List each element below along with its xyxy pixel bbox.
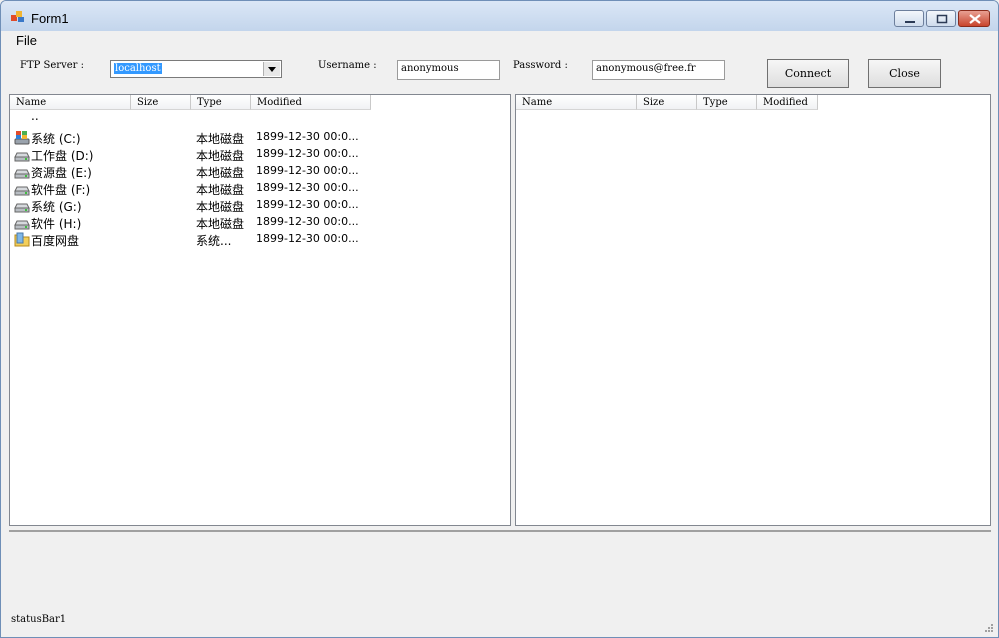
menu-file[interactable]: File [16,33,37,48]
status-text: statusBar1 [11,614,67,625]
log-panel [9,530,991,604]
remote-list-header: Name Size Type Modified [516,95,990,111]
title-bar[interactable]: Form1 [1,1,998,31]
list-item[interactable]: 软件盘 (F:) 本地磁盘 1899-12-30 00:0... [10,180,410,197]
list-item-modified: 1899-12-30 00:0... [256,198,359,211]
list-item[interactable]: 工作盘 (D:) 本地磁盘 1899-12-30 00:0... [10,146,410,163]
resize-grip-icon[interactable] [982,621,994,633]
list-item-modified: 1899-12-30 00:0... [256,130,359,143]
close-button[interactable]: Close [868,59,941,88]
list-item-type: 系统... [196,234,232,248]
drive-icon [14,164,30,179]
app-icon [11,11,24,22]
drive-icon [14,181,30,196]
list-item-modified: 1899-12-30 00:0... [256,181,359,194]
list-item-name: .. [31,109,39,123]
list-item-type: 本地磁盘 [196,149,245,163]
password-input[interactable]: anonymous@free.fr [592,60,725,80]
list-item-type: 本地磁盘 [196,200,245,214]
folder-icon [14,232,30,247]
list-item-modified: 1899-12-30 00:0... [256,147,359,160]
drive-icon [14,147,30,162]
username-label: Username : [318,60,377,71]
list-item-name: 系统 (C:) [31,132,81,146]
column-size[interactable]: Size [131,95,191,110]
local-file-list[interactable]: Name Size Type Modified .. 系统 (C:) 本地磁盘 189… [9,94,511,526]
menu-bar: File [1,31,998,50]
ftp-server-combo[interactable]: localhost [110,60,282,78]
ftp-server-label: FTP Server : [20,60,84,71]
minimize-icon [905,21,915,23]
list-item[interactable]: 系统 (G:) 本地磁盘 1899-12-30 00:0... [10,197,410,214]
app-window: Form1 File FTP Server : localhost Userna… [0,0,999,638]
drive-icon [14,215,30,230]
list-item-name: 软件 (H:) [31,217,82,231]
column-name[interactable]: Name [516,95,637,110]
list-item-name: 资源盘 (E:) [31,166,92,180]
list-item[interactable]: 软件 (H:) 本地磁盘 1899-12-30 00:0... [10,214,410,231]
minimize-button[interactable] [894,10,924,27]
remote-file-list[interactable]: Name Size Type Modified [515,94,991,526]
list-item[interactable]: 百度网盘 系统... 1899-12-30 00:0... [10,231,410,248]
local-list-header: Name Size Type Modified [10,95,510,111]
maximize-button[interactable] [926,10,956,27]
restore-icon [936,14,948,24]
list-item-modified: 1899-12-30 00:0... [256,164,359,177]
list-item-name: 软件盘 (F:) [31,183,91,197]
column-type[interactable]: Type [191,95,251,110]
list-item[interactable]: 资源盘 (E:) 本地磁盘 1899-12-30 00:0... [10,163,410,180]
column-name[interactable]: Name [10,95,131,110]
connect-button[interactable]: Connect [767,59,849,88]
drive-icon [14,198,30,213]
username-input[interactable]: anonymous [397,60,500,80]
list-item-type: 本地磁盘 [196,183,245,197]
column-modified[interactable]: Modified [757,95,818,110]
column-modified[interactable]: Modified [251,95,371,110]
list-item-type: 本地磁盘 [196,217,245,231]
list-item[interactable]: 系统 (C:) 本地磁盘 1899-12-30 00:0... [10,129,410,146]
status-bar: statusBar1 [1,606,998,637]
ftp-server-value: localhost [114,63,162,74]
list-item-name: 工作盘 (D:) [31,149,94,163]
system-drive-icon [14,130,30,145]
close-icon [969,14,981,24]
dropdown-button[interactable] [263,62,280,76]
column-size[interactable]: Size [637,95,697,110]
password-label: Password : [513,60,568,71]
list-item-name: 系统 (G:) [31,200,82,214]
list-item-type: 本地磁盘 [196,166,245,180]
column-type[interactable]: Type [697,95,757,110]
list-item-type: 本地磁盘 [196,132,245,146]
close-window-button[interactable] [958,10,990,27]
chevron-down-icon [268,67,276,72]
list-item-parent[interactable]: .. [10,109,410,129]
window-title: Form1 [31,11,69,26]
list-item-modified: 1899-12-30 00:0... [256,232,359,245]
list-item-name: 百度网盘 [31,234,80,248]
list-item-modified: 1899-12-30 00:0... [256,215,359,228]
